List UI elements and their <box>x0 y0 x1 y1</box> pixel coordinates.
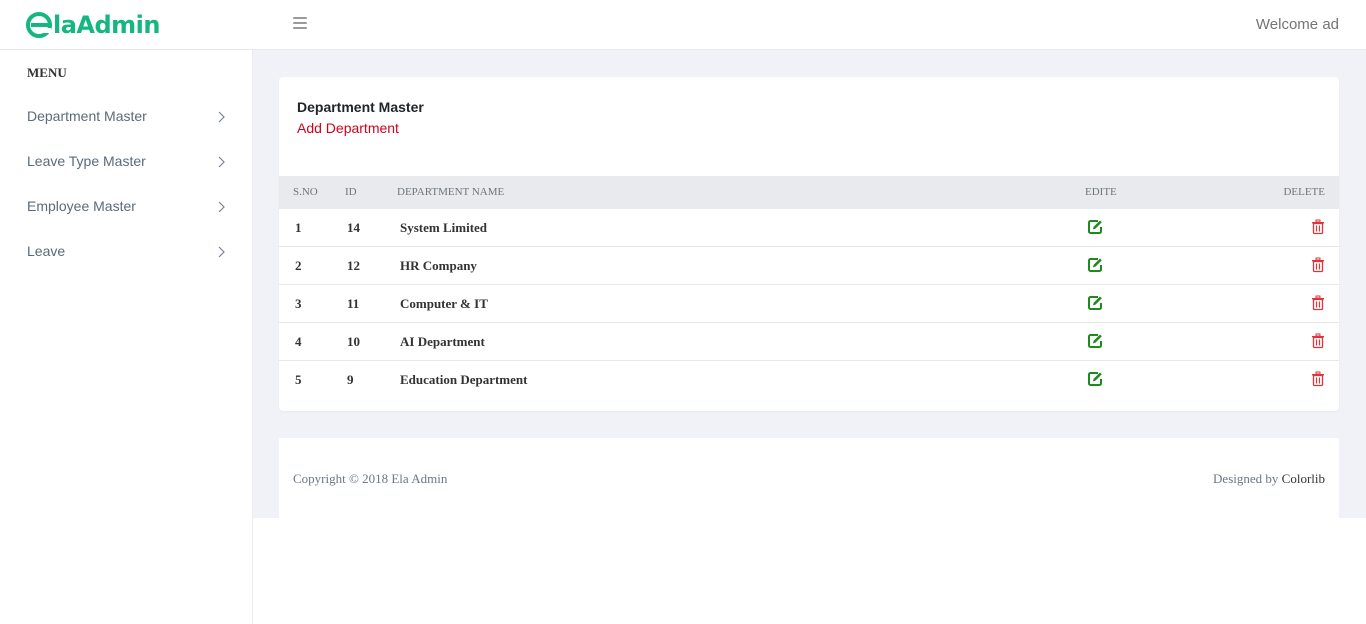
cell-department-name: HR Company <box>400 258 477 273</box>
cell-sno: 1 <box>295 220 302 235</box>
add-department-link[interactable]: Add Department <box>297 120 399 136</box>
designed-by-prefix: Designed by <box>1213 471 1282 486</box>
cell-department-name: AI Department <box>400 334 485 349</box>
sidebar: MENU Department Master Leave Type Master… <box>0 50 253 624</box>
chevron-right-icon <box>218 201 225 213</box>
table-row: 2 12 HR Company <box>279 247 1339 285</box>
chevron-right-icon <box>218 246 225 258</box>
trash-icon[interactable] <box>1311 295 1325 311</box>
department-card: Department Master Add Department S.NO ID… <box>279 77 1339 411</box>
column-header-name: DEPARTMENT NAME <box>397 186 505 198</box>
edit-icon[interactable] <box>1087 219 1103 235</box>
column-header-sno: S.NO <box>293 186 318 198</box>
table-row: 5 9 Education Department <box>279 361 1339 399</box>
table-row: 3 11 Computer & IT <box>279 285 1339 323</box>
colorlib-link[interactable]: Colorlib <box>1282 471 1325 486</box>
cell-sno: 3 <box>295 296 302 311</box>
cell-id: 12 <box>347 258 360 273</box>
copyright-text: Copyright © 2018 Ela Admin <box>293 471 448 486</box>
table-row: 1 14 System Limited <box>279 209 1339 247</box>
cell-id: 9 <box>347 372 354 387</box>
cell-department-name: Computer & IT <box>400 296 488 311</box>
sidebar-item-label: Leave <box>27 243 66 259</box>
logo[interactable]: laAdmin <box>26 10 161 40</box>
trash-icon[interactable] <box>1311 257 1325 273</box>
sidebar-item-department-master[interactable]: Department Master <box>0 102 252 132</box>
cell-sno: 2 <box>295 258 302 273</box>
cell-id: 11 <box>347 296 360 311</box>
chevron-right-icon <box>218 156 225 168</box>
edit-icon[interactable] <box>1087 371 1103 387</box>
sidebar-item-label: Employee Master <box>27 198 136 214</box>
ela-logo-icon <box>26 12 52 38</box>
designed-by: Designed by Colorlib <box>1213 471 1325 487</box>
trash-icon[interactable] <box>1311 371 1325 387</box>
column-header-edit: EDITE <box>1085 186 1117 198</box>
cell-department-name: Education Department <box>400 372 528 387</box>
menu-title: MENU <box>27 65 67 80</box>
cell-id: 10 <box>347 334 360 349</box>
trash-icon[interactable] <box>1311 219 1325 235</box>
sidebar-item-label: Department Master <box>27 108 147 124</box>
cell-id: 14 <box>347 220 360 235</box>
trash-icon[interactable] <box>1311 333 1325 349</box>
edit-icon[interactable] <box>1087 333 1103 349</box>
welcome-text: Welcome ad <box>1255 16 1339 33</box>
sidebar-item-leave-type-master[interactable]: Leave Type Master <box>0 147 252 177</box>
column-header-delete: DELETE <box>1283 186 1325 198</box>
sidebar-item-leave[interactable]: Leave <box>0 237 252 267</box>
table-row: 4 10 AI Department <box>279 323 1339 361</box>
chevron-right-icon <box>218 111 225 123</box>
cell-sno: 4 <box>295 334 302 349</box>
cell-sno: 5 <box>295 372 302 387</box>
cell-department-name: System Limited <box>400 220 488 235</box>
edit-icon[interactable] <box>1087 295 1103 311</box>
edit-icon[interactable] <box>1087 257 1103 273</box>
top-header: laAdmin Welcome ad <box>0 0 1366 50</box>
sidebar-item-label: Leave Type Master <box>27 153 146 169</box>
page-title: Department Master <box>297 99 424 115</box>
hamburger-icon[interactable] <box>293 17 307 30</box>
sidebar-item-employee-master[interactable]: Employee Master <box>0 192 252 222</box>
column-header-id: ID <box>345 186 357 198</box>
table-header: S.NO ID DEPARTMENT NAME EDITE DELETE <box>279 176 1339 209</box>
footer: Copyright © 2018 Ela Admin Designed by C… <box>279 438 1339 518</box>
logo-text: laAdmin <box>53 11 161 39</box>
